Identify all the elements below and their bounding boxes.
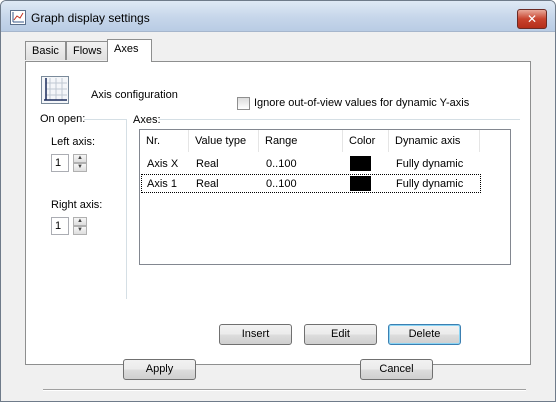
ignore-out-of-view-label[interactable]: Ignore out-of-view values for dynamic Y-…: [254, 97, 469, 109]
table-row[interactable]: Axis 1 Real 0..100 Fully dynamic: [141, 174, 481, 193]
color-swatch: [350, 176, 371, 191]
window-title: Graph display settings: [31, 11, 150, 25]
edit-button-label: Edit: [331, 328, 350, 340]
color-swatch: [350, 156, 371, 171]
panel-separator: [43, 389, 526, 391]
insert-button[interactable]: Insert: [219, 324, 292, 345]
left-axis-down-button[interactable]: ▼: [73, 163, 87, 172]
apply-button-label: Apply: [145, 363, 174, 375]
axes-tab-panel: Axis configuration Ignore out-of-view va…: [25, 61, 531, 391]
cell-range: 0..100: [266, 178, 297, 190]
apply-button[interactable]: Apply: [123, 359, 196, 380]
right-axis-input[interactable]: 1: [51, 217, 69, 235]
table-row[interactable]: Axis X Real 0..100 Fully dynamic: [141, 155, 481, 174]
on-open-group-right-border: [126, 119, 127, 299]
insert-button-label: Insert: [241, 328, 270, 340]
axes-group-top-border: [159, 119, 520, 120]
graph-app-icon: [10, 10, 26, 25]
tab-axes-label: Axes: [114, 43, 139, 55]
axes-list-header: Nr. Value type Range Color Dynamic axis: [140, 130, 510, 153]
column-header-dynamic-axis[interactable]: Dynamic axis: [389, 130, 480, 152]
tab-basic-label: Basic: [32, 45, 59, 57]
cancel-button-label: Cancel: [379, 363, 414, 375]
tab-basic[interactable]: Basic: [25, 41, 66, 60]
column-header-color[interactable]: Color: [343, 130, 389, 152]
column-header-range[interactable]: Range: [259, 130, 343, 152]
column-header-value-type[interactable]: Value type: [189, 130, 259, 152]
axis-configuration-heading: Axis configuration: [91, 89, 178, 101]
delete-button-label: Delete: [408, 328, 441, 340]
cell-value-type: Real: [196, 178, 219, 190]
on-open-group-top-border: [84, 119, 127, 120]
axes-group-label: Axes:: [133, 114, 161, 126]
cell-range: 0..100: [266, 158, 297, 170]
cell-nr: Axis X: [147, 158, 179, 170]
left-axis-up-button[interactable]: ▲: [73, 154, 87, 163]
cell-nr: Axis 1: [147, 178, 177, 190]
spin-down-icon: ▼: [77, 164, 83, 170]
tab-flows-label: Flows: [73, 45, 102, 57]
dialog-client: Basic Flows Axes Axis configuration Igno…: [8, 32, 548, 394]
cell-dynamic-axis: Fully dynamic: [396, 178, 464, 190]
axis-grid-icon: [41, 76, 69, 104]
spin-up-icon: ▲: [77, 218, 83, 224]
ignore-out-of-view-checkbox[interactable]: [237, 97, 250, 110]
column-header-nr[interactable]: Nr.: [140, 130, 189, 152]
edit-button[interactable]: Edit: [304, 324, 377, 345]
dialog-window: Graph display settings ✕ Basic Flows Axe…: [0, 0, 556, 402]
right-axis-down-button[interactable]: ▼: [73, 226, 87, 235]
tab-axes[interactable]: Axes: [107, 39, 152, 62]
on-open-label: On open:: [40, 113, 86, 125]
delete-button[interactable]: Delete: [388, 324, 461, 345]
cell-dynamic-axis: Fully dynamic: [396, 158, 464, 170]
right-axis-up-button[interactable]: ▲: [73, 217, 87, 226]
cancel-button[interactable]: Cancel: [360, 359, 433, 380]
left-axis-label: Left axis:: [51, 136, 96, 148]
right-axis-label: Right axis:: [51, 199, 103, 211]
cell-value-type: Real: [196, 158, 219, 170]
spin-up-icon: ▲: [77, 155, 83, 161]
axes-list[interactable]: Nr. Value type Range Color Dynamic axis …: [139, 129, 511, 265]
close-icon: ✕: [526, 12, 538, 26]
spin-down-icon: ▼: [77, 227, 83, 233]
left-axis-input[interactable]: 1: [51, 154, 69, 172]
close-button[interactable]: ✕: [517, 9, 547, 29]
tab-flows[interactable]: Flows: [66, 41, 109, 60]
title-bar[interactable]: Graph display settings ✕: [1, 1, 555, 32]
